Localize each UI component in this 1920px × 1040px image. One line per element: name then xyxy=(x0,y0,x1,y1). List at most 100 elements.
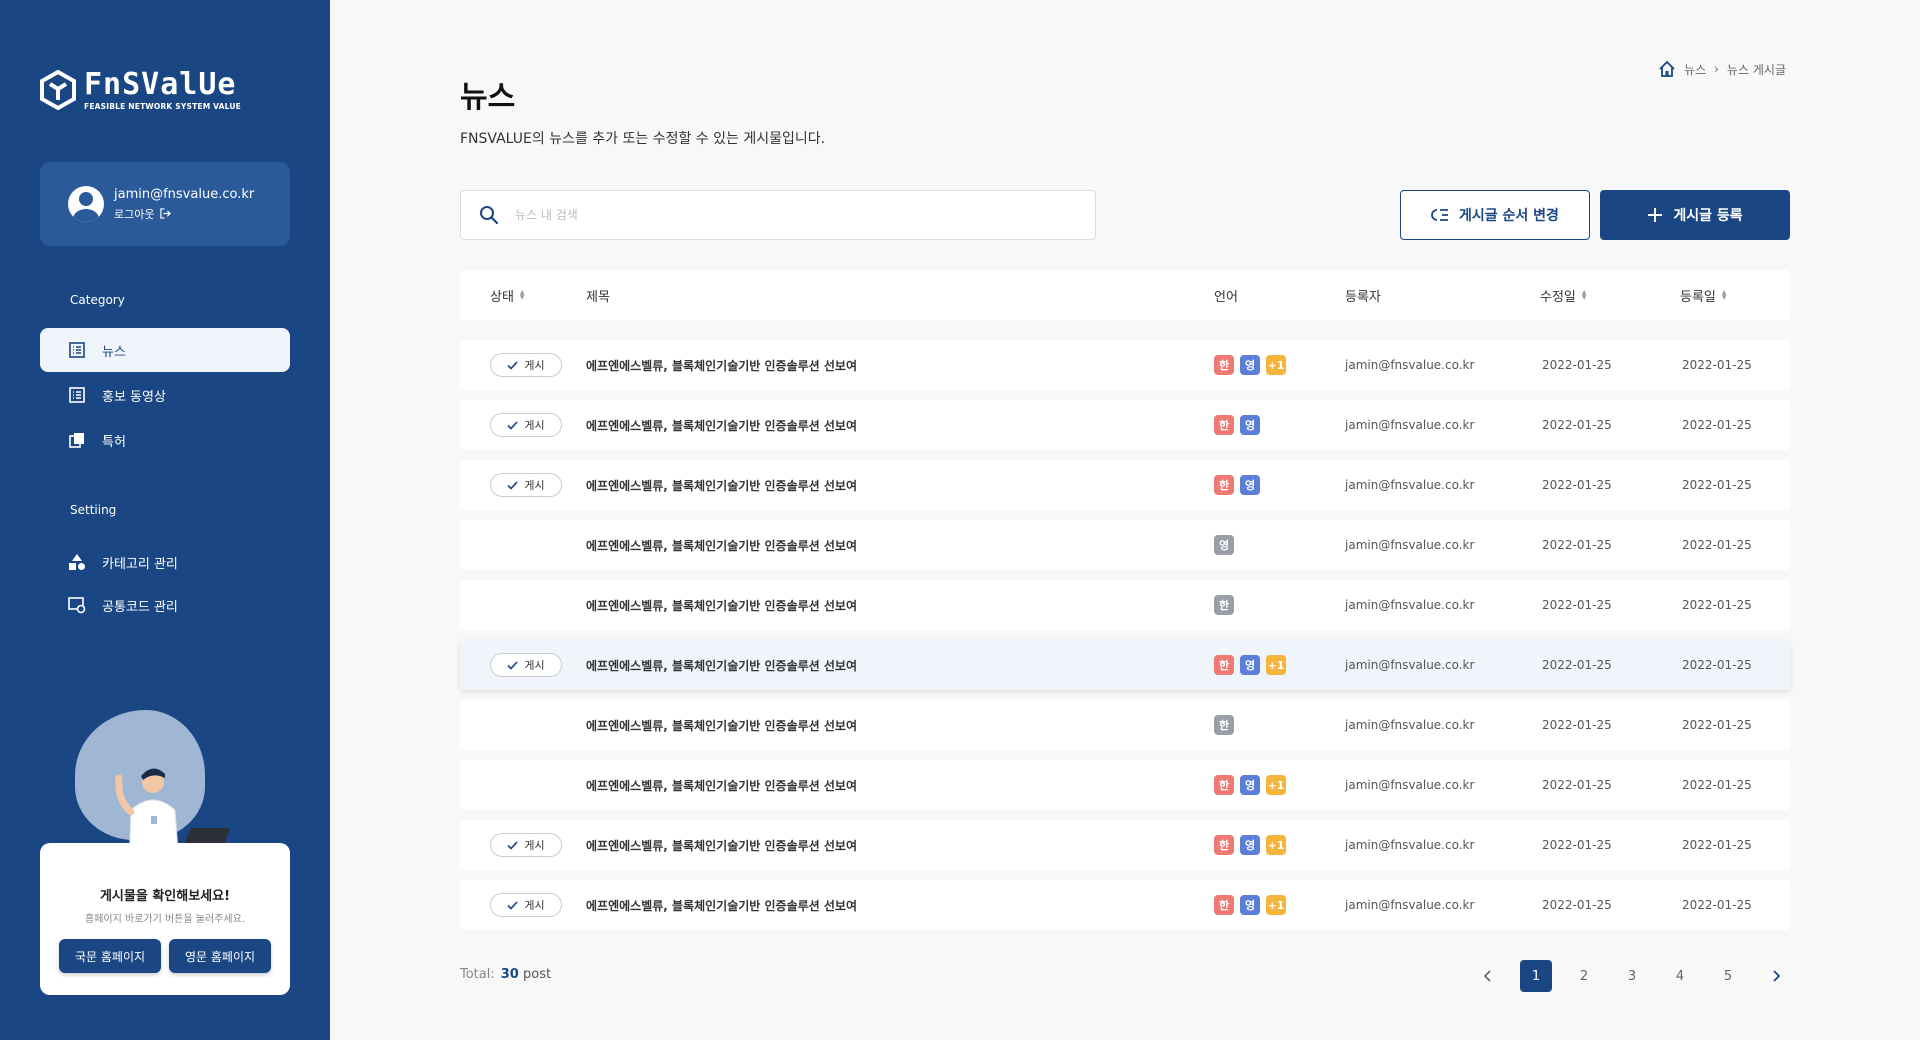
category-section-label: Category xyxy=(70,293,125,307)
copy-icon xyxy=(68,431,86,449)
modified-date: 2022-01-25 xyxy=(1542,838,1612,852)
table-row[interactable]: 게시 에프엔에스벨류, 블록체인기술기반 인증솔루션 선보여 한 영 +1 jamin@f… xyxy=(460,640,1790,690)
brand-name: FnSValUe xyxy=(84,67,237,102)
header-modified[interactable]: 수정일 ▲ ▼ xyxy=(1540,270,1587,320)
language-badge: 영 xyxy=(1240,835,1260,855)
table-row[interactable]: 에프엔에스벨류, 블록체인기술기반 인증솔루션 선보여 한 jamin@fnsval… xyxy=(460,700,1790,750)
home-icon[interactable] xyxy=(1658,60,1676,78)
page-button[interactable]: 1 xyxy=(1520,960,1552,992)
status-label: 게시 xyxy=(524,479,545,492)
language-badge: 한 xyxy=(1214,355,1234,375)
brand-logo[interactable]: FnSValUe FEASIBLE NETWORK SYSTEM VALUE xyxy=(40,70,241,111)
check-icon xyxy=(507,840,519,850)
post-title[interactable]: 에프엔에스벨류, 블록체인기술기반 인증솔루션 선보여 xyxy=(586,340,857,390)
author-email: jamin@fnsvalue.co.kr xyxy=(1345,538,1475,552)
header-status[interactable]: 상태 ▲ ▼ xyxy=(490,270,525,320)
table-row[interactable]: 게시 에프엔에스벨류, 블록체인기술기반 인증솔루션 선보여 한 영 jamin@fns… xyxy=(460,400,1790,450)
logout-icon xyxy=(160,208,172,219)
status-label: 게시 xyxy=(524,899,545,912)
post-title[interactable]: 에프엔에스벨류, 블록체인기술기반 인증솔루션 선보여 xyxy=(586,640,857,690)
author-email: jamin@fnsvalue.co.kr xyxy=(1345,718,1475,732)
sidebar-item-category-manage[interactable]: 카테고리 관리 xyxy=(40,540,290,584)
status-badge[interactable]: 게시 xyxy=(490,833,562,857)
language-badge: 영 xyxy=(1240,415,1260,435)
post-title[interactable]: 에프엔에스벨류, 블록체인기술기반 인증솔루션 선보여 xyxy=(586,820,857,870)
table-row[interactable]: 게시 에프엔에스벨류, 블록체인기술기반 인증솔루션 선보여 한 영 +1 jamin@f… xyxy=(460,880,1790,930)
logo-mark-icon xyxy=(40,70,76,110)
status-badge[interactable]: 게시 xyxy=(490,413,562,437)
total-unit: post xyxy=(522,967,552,982)
author-email: jamin@fnsvalue.co.kr xyxy=(1345,418,1475,432)
language-badge: 한 xyxy=(1214,595,1234,615)
post-title[interactable]: 에프엔에스벨류, 블록체인기술기반 인증솔루션 선보여 xyxy=(586,700,857,750)
sidebar-item-patent[interactable]: 특허 xyxy=(40,418,290,462)
page-button[interactable]: 4 xyxy=(1664,960,1696,992)
table-row[interactable]: 에프엔에스벨류, 블록체인기술기반 인증솔루션 선보여 한 jamin@fnsval… xyxy=(460,580,1790,630)
status-cell: 게시 xyxy=(490,640,562,690)
table-row[interactable]: 게시 에프엔에스벨류, 블록체인기술기반 인증솔루션 선보여 한 영 +1 jamin@f… xyxy=(460,340,1790,390)
language-badge: +1 xyxy=(1266,355,1286,375)
logout-button[interactable]: 로그아웃 xyxy=(114,206,254,222)
language-badge: 한 xyxy=(1214,415,1234,435)
prev-page-button[interactable] xyxy=(1472,960,1504,992)
reorder-list-icon xyxy=(1431,209,1449,221)
next-page-button[interactable] xyxy=(1760,960,1792,992)
table-row[interactable]: 게시 에프엔에스벨류, 블록체인기술기반 인증솔루션 선보여 한 영 +1 jamin@f… xyxy=(460,820,1790,870)
table-row[interactable]: 게시 에프엔에스벨류, 블록체인기술기반 인증솔루션 선보여 한 영 jamin@fns… xyxy=(460,460,1790,510)
sidebar-item-promo-video[interactable]: 홍보 동영상 xyxy=(40,373,290,417)
modified-date: 2022-01-25 xyxy=(1542,658,1612,672)
author-email: jamin@fnsvalue.co.kr xyxy=(1345,598,1475,612)
language-badge: 영 xyxy=(1240,895,1260,915)
language-badge: +1 xyxy=(1266,655,1286,675)
author-email: jamin@fnsvalue.co.kr xyxy=(1345,898,1475,912)
check-icon xyxy=(507,900,519,910)
sort-icon: ▲ ▼ xyxy=(519,289,525,301)
post-title[interactable]: 에프엔에스벨류, 블록체인기술기반 인증솔루션 선보여 xyxy=(586,400,857,450)
status-badge[interactable]: 게시 xyxy=(490,653,562,677)
page-button[interactable]: 5 xyxy=(1712,960,1744,992)
table-row[interactable]: 에프엔에스벨류, 블록체인기술기반 인증솔루션 선보여 영 jamin@fnsval… xyxy=(460,520,1790,570)
promo-subtitle: 홈페이지 바로가기 버튼을 눌러주세요. xyxy=(85,914,245,925)
user-card: jamin@fnsvalue.co.kr 로그아웃 xyxy=(40,162,290,246)
breadcrumb-item[interactable]: 뉴스 xyxy=(1684,61,1706,78)
language-badge: 영 xyxy=(1240,475,1260,495)
search-input[interactable] xyxy=(515,208,1015,222)
total-count: Total: 30 post xyxy=(460,967,551,982)
table-row[interactable]: 에프엔에스벨류, 블록체인기술기반 인증솔루션 선보여 한 영 +1 jamin@fns… xyxy=(460,760,1790,810)
status-cell: 게시 xyxy=(490,460,562,510)
status-badge[interactable]: 게시 xyxy=(490,473,562,497)
sidebar-item-label: 뉴스 xyxy=(102,344,126,360)
status-badge[interactable]: 게시 xyxy=(490,353,562,377)
post-title[interactable]: 에프엔에스벨류, 블록체인기술기반 인증솔루션 선보여 xyxy=(586,460,857,510)
header-title: 제목 xyxy=(586,289,610,305)
language-badge: 영 xyxy=(1240,355,1260,375)
created-date: 2022-01-25 xyxy=(1682,478,1752,492)
add-post-label: 게시글 등록 xyxy=(1673,208,1743,224)
sidebar-item-code-manage[interactable]: 공통코드 관리 xyxy=(40,583,290,627)
post-title[interactable]: 에프엔에스벨류, 블록체인기술기반 인증솔루션 선보여 xyxy=(586,880,857,930)
reorder-posts-button[interactable]: 게시글 순서 변경 xyxy=(1400,190,1590,240)
page-button[interactable]: 2 xyxy=(1568,960,1600,992)
korean-homepage-button[interactable]: 국문 홈페이지 xyxy=(59,939,161,973)
post-title[interactable]: 에프엔에스벨류, 블록체인기술기반 인증솔루션 선보여 xyxy=(586,520,857,570)
pagination: 1 2 3 4 5 xyxy=(1472,960,1792,992)
user-email: jamin@fnsvalue.co.kr xyxy=(114,186,255,202)
add-post-button[interactable]: 게시글 등록 xyxy=(1600,190,1790,240)
language-badge: +1 xyxy=(1266,895,1286,915)
status-badge[interactable]: 게시 xyxy=(490,893,562,917)
language-badge: 한 xyxy=(1214,835,1234,855)
page-button[interactable]: 3 xyxy=(1616,960,1648,992)
post-title[interactable]: 에프엔에스벨류, 블록체인기술기반 인증솔루션 선보여 xyxy=(586,760,857,810)
check-icon xyxy=(507,480,519,490)
author-email: jamin@fnsvalue.co.kr xyxy=(1345,478,1475,492)
sort-icon: ▲ ▼ xyxy=(1721,289,1727,301)
sidebar-item-label: 홍보 동영상 xyxy=(102,389,166,405)
status-label: 게시 xyxy=(524,419,545,432)
post-title[interactable]: 에프엔에스벨류, 블록체인기술기반 인증솔루션 선보여 xyxy=(586,580,857,630)
language-cell: 영 xyxy=(1214,520,1234,570)
sidebar-item-news[interactable]: 뉴스 xyxy=(40,328,290,372)
chevron-left-icon xyxy=(1483,970,1491,982)
status-label: 게시 xyxy=(524,839,545,852)
english-homepage-button[interactable]: 영문 홈페이지 xyxy=(169,939,271,973)
header-created[interactable]: 등록일 ▲ ▼ xyxy=(1680,270,1727,320)
